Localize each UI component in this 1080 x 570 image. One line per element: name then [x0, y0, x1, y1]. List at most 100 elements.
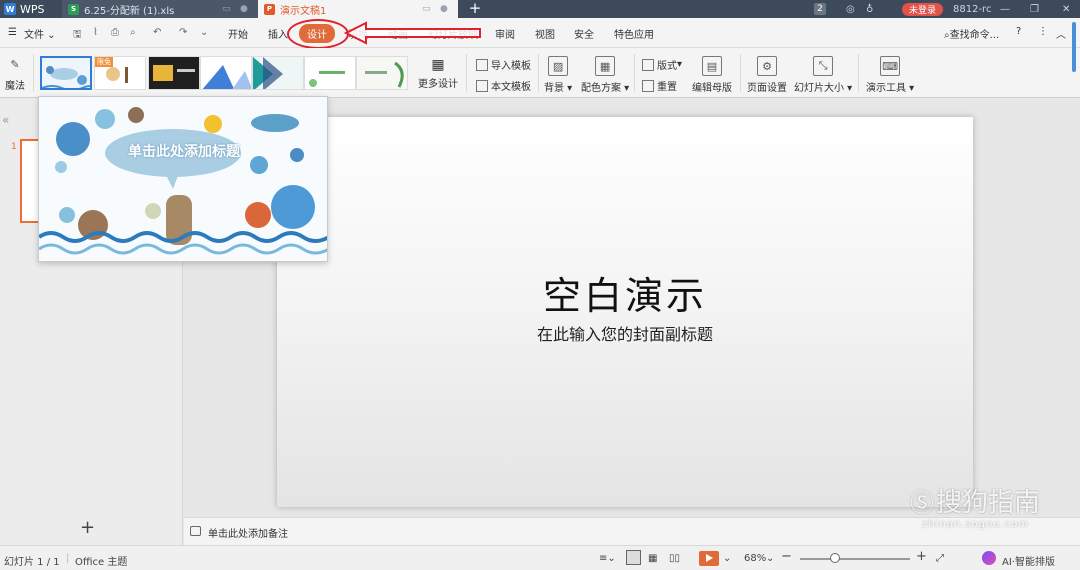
close-icon[interactable]: ✕ [1062, 0, 1070, 18]
format-button[interactable]: 版式 ▾ [642, 57, 682, 72]
menu-security[interactable]: 安全 [574, 26, 594, 41]
menu-special-apps[interactable]: 特色应用 [614, 26, 654, 41]
reading-view-icon[interactable]: ▯▯ [669, 553, 680, 564]
login-button[interactable]: 未登录 [902, 0, 944, 18]
more-options-icon[interactable]: ⋮ [1038, 26, 1048, 37]
zoom-in-icon[interactable]: + [916, 549, 927, 564]
page-setup-button[interactable]: ⚙ 页面设置 [747, 56, 787, 94]
menu-design[interactable]: 设计 [299, 24, 335, 43]
design-template-3[interactable] [148, 56, 200, 90]
slideshow-options-icon[interactable]: ⌄ [723, 553, 731, 564]
preview-title-placeholder: 单击此处添加标题 [128, 144, 240, 160]
notes-toggle-icon[interactable]: ≡⌄ [599, 553, 616, 564]
ribbon-scrollbar[interactable] [1071, 22, 1077, 72]
search-command[interactable]: ⌕查找命令... [944, 26, 999, 41]
template-preview [153, 65, 195, 81]
zoom-slider-track[interactable] [800, 558, 910, 560]
app-name: WPS [20, 2, 45, 16]
color-scheme-icon: ▦ [595, 56, 616, 76]
restore-icon[interactable]: ❐ [1030, 0, 1039, 18]
zoom-level[interactable]: 68% [744, 553, 766, 564]
reset-button[interactable]: 重置 [642, 78, 677, 93]
tab-label: 演示文稿1 [280, 5, 327, 17]
slide-title[interactable]: 空白演示 [277, 265, 973, 320]
window-mode-icon[interactable]: ▭ [422, 4, 431, 14]
template-icon [476, 79, 488, 92]
layout-icon [642, 58, 654, 71]
ai-layout-button[interactable]: AI·智能排版 [1002, 553, 1055, 568]
save-icon[interactable]: 🖫 [73, 27, 82, 44]
zoom-slider-knob[interactable] [830, 553, 840, 563]
add-slide-button[interactable]: + [80, 517, 95, 538]
tab-presentation[interactable]: P 演示文稿1 ▭ ● [258, 0, 458, 18]
design-template-6[interactable] [304, 56, 356, 90]
new-tab-button[interactable]: + [466, 0, 484, 18]
tab-dot-icon: ● [440, 4, 448, 14]
design-template-7[interactable] [356, 56, 408, 90]
customize-quick-access-icon[interactable]: ⌄ [200, 27, 208, 38]
tab-spreadsheet[interactable]: S 6.25-分配新 (1).xls ▭ ● [62, 0, 258, 18]
file-menu[interactable]: 文件 ⌄ [24, 26, 56, 41]
sync-icon[interactable]: ◎ [846, 0, 855, 18]
zoom-level-chevron-icon[interactable]: ⌄ [766, 553, 774, 564]
fit-window-icon[interactable]: ⤢ [936, 553, 944, 564]
print-icon[interactable]: ⎙ [111, 27, 119, 38]
tab-label: 6.25-分配新 (1).xls [84, 5, 175, 17]
presentation-file-icon: P [264, 3, 275, 15]
notes-bar[interactable]: 单击此处添加备注 [184, 517, 1080, 545]
slide-number: 1 [11, 142, 17, 152]
menu-review[interactable]: 审阅 [495, 26, 515, 41]
slide-size-button[interactable]: ⤡ 幻灯片大小 ▾ [794, 56, 852, 94]
design-template-5[interactable] [252, 56, 304, 90]
design-ribbon: ✎ 魔法 限免 导入模板 本文模板 ▨ 背景 ▾ ▦ 配色方案 ▾ 版式 ▾ 重… [0, 48, 1080, 98]
user-id: 8812-rc [953, 3, 992, 15]
menu-insert[interactable]: 插入 [268, 26, 288, 41]
window-mode-icon[interactable]: ▭ [222, 4, 231, 14]
presentation-tools-button[interactable]: ⌨ 演示工具 ▾ [866, 56, 914, 94]
body-template-button[interactable]: 本文模板 [476, 78, 531, 93]
wps-logo-icon: W [4, 3, 16, 15]
slide[interactable]: 空白演示 在此输入您的封面副标题 [277, 117, 973, 507]
import-template-button[interactable]: 导入模板 [476, 57, 531, 72]
collapse-ribbon-icon[interactable]: ︿ [1056, 26, 1066, 41]
minimize-icon[interactable]: — [1000, 0, 1010, 18]
menu-transition[interactable]: 切换 [348, 26, 368, 41]
separator [538, 54, 539, 92]
design-template-2[interactable]: 限免 [94, 56, 146, 90]
redo-icon[interactable]: ↷ [179, 27, 187, 38]
more-design-button[interactable]: ▦ 更多设计 [418, 58, 458, 90]
design-template-1[interactable] [40, 56, 92, 90]
page-setup-icon: ⚙ [757, 56, 777, 76]
menu-bar: ☰ 文件 ⌄ 🖫 ⌇ ⎙ ⌕ ↶ ↷ ⌄ 开始 插入 设计 切换 动画 幻灯片放… [0, 18, 1080, 48]
status-bar: 幻灯片 1 / 1 | Office 主题 ≡⌄ ▦ ▯▯ ⌄ 68% ⌄ − … [0, 545, 1080, 570]
template-preview-popup[interactable]: 单击此处添加标题 [38, 96, 328, 262]
slide-sorter-icon[interactable]: ▦ [648, 553, 657, 564]
spreadsheet-file-icon: S [68, 3, 79, 15]
magic-button[interactable]: ✎ 魔法 [5, 54, 25, 93]
undo-icon[interactable]: ↶ [153, 27, 161, 38]
notes-icon [190, 526, 201, 536]
normal-view-icon[interactable] [626, 550, 641, 565]
print-preview-icon[interactable]: ⌕ [130, 27, 136, 38]
slide-size-icon: ⤡ [813, 56, 834, 76]
menu-view[interactable]: 视图 [535, 26, 555, 41]
menu-animation[interactable]: 动画 [388, 26, 408, 41]
menu-slideshow[interactable]: 幻灯片放映 [428, 26, 478, 41]
color-scheme-button[interactable]: ▦ 配色方案 ▾ [581, 56, 629, 94]
format-painter-icon[interactable]: ⌇ [93, 27, 98, 38]
menu-home[interactable]: 开始 [228, 26, 248, 41]
wps-home-tab[interactable]: W WPS [0, 0, 62, 18]
hamburger-icon[interactable]: ☰ [8, 27, 17, 38]
tab-count-badge[interactable]: 2 [814, 0, 826, 18]
background-button[interactable]: ▨ 背景 ▾ [544, 56, 572, 94]
play-slideshow-icon[interactable] [699, 551, 719, 566]
skin-icon[interactable]: ♁ [866, 0, 873, 18]
design-template-4[interactable] [200, 56, 252, 90]
template-preview [253, 57, 283, 89]
collapse-panel-icon[interactable]: « [2, 113, 9, 127]
zoom-out-icon[interactable]: − [781, 549, 792, 564]
help-icon[interactable]: ? [1016, 26, 1021, 37]
slide-subtitle[interactable]: 在此输入您的封面副标题 [277, 321, 973, 345]
notes-placeholder: 单击此处添加备注 [208, 529, 288, 540]
edit-master-button[interactable]: ▤ 编辑母版 [692, 56, 732, 94]
